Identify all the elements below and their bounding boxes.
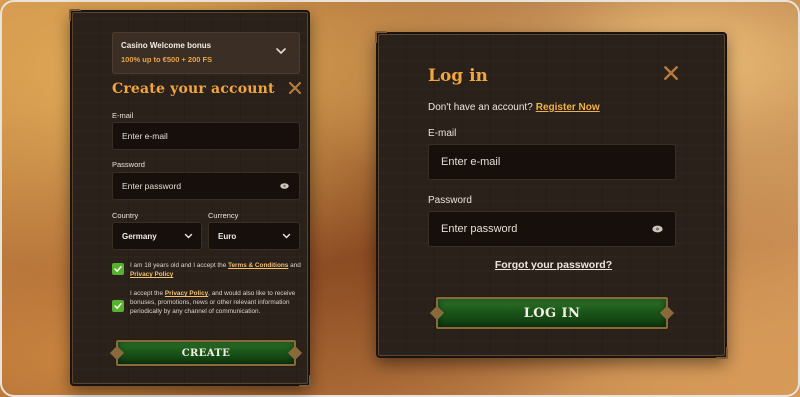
- password-placeholder: Enter password: [122, 181, 182, 191]
- currency-value: Euro: [218, 231, 237, 241]
- close-icon[interactable]: [288, 81, 302, 95]
- register-password-input[interactable]: Enter password: [112, 172, 300, 200]
- bonus-title: Casino Welcome bonus: [121, 41, 212, 50]
- register-email-input[interactable]: Enter e-mail: [112, 122, 300, 150]
- email-placeholder: Enter e-mail: [122, 131, 168, 141]
- register-now-link[interactable]: Register Now: [536, 102, 600, 113]
- register-title: Create your account: [112, 81, 275, 97]
- promotions-checkbox[interactable]: [112, 300, 124, 312]
- chevron-down-icon: [282, 233, 291, 239]
- forgot-password-link[interactable]: Forgot your password?: [378, 259, 729, 271]
- terms-prefix: I am 18 years old and I accept the: [130, 262, 229, 269]
- country-label: Country: [112, 211, 139, 220]
- password-label: Password: [112, 160, 145, 169]
- terms-privacy-link[interactable]: Privacy Policy: [130, 271, 173, 278]
- terms-and: and: [288, 262, 301, 269]
- login-email-placeholder: Enter e-mail: [441, 156, 501, 168]
- create-label: CREATE: [181, 347, 231, 359]
- currency-select[interactable]: Euro: [208, 222, 300, 250]
- terms-conditions-link[interactable]: Terms & Conditions: [228, 262, 288, 269]
- login-email-input[interactable]: Enter e-mail: [428, 144, 676, 180]
- country-value: Germany: [122, 231, 157, 241]
- login-panel: Log in Don't have an account? Register No…: [375, 31, 729, 359]
- eye-icon[interactable]: [652, 225, 663, 233]
- checkmark-icon: [114, 303, 122, 310]
- login-button[interactable]: LOG IN: [436, 297, 668, 329]
- login-title: Log in: [428, 66, 488, 86]
- checkmark-icon: [114, 266, 122, 273]
- no-account-text: Don't have an account? Register Now: [428, 102, 600, 113]
- currency-label: Currency: [208, 211, 239, 220]
- promo-prefix: I accept the: [130, 290, 165, 297]
- login-password-placeholder: Enter password: [441, 223, 518, 235]
- promotions-text: I accept the Privacy Policy, and would a…: [130, 289, 302, 316]
- close-icon[interactable]: [663, 65, 679, 81]
- register-panel: Casino Welcome bonus 100% up to €500 + 2…: [69, 9, 311, 387]
- login-label: LOG IN: [523, 305, 581, 321]
- terms-checkbox[interactable]: [112, 263, 124, 275]
- bonus-subtitle: 100% up to €500 + 200 FS: [121, 55, 213, 64]
- login-password-input[interactable]: Enter password: [428, 211, 676, 247]
- no-account-label: Don't have an account?: [428, 102, 533, 113]
- create-button[interactable]: CREATE: [116, 340, 296, 366]
- eye-icon[interactable]: [280, 183, 289, 189]
- login-email-label: E-mail: [428, 128, 457, 139]
- welcome-bonus-dropdown[interactable]: Casino Welcome bonus 100% up to €500 + 2…: [112, 32, 300, 74]
- promo-privacy-link[interactable]: Privacy Policy: [165, 290, 208, 297]
- email-label: E-mail: [112, 111, 134, 120]
- country-select[interactable]: Germany: [112, 222, 202, 250]
- login-password-label: Password: [428, 195, 472, 206]
- terms-text: I am 18 years old and I accept the Terms…: [130, 261, 302, 279]
- chevron-down-icon[interactable]: [275, 45, 287, 57]
- chevron-down-icon: [184, 233, 193, 239]
